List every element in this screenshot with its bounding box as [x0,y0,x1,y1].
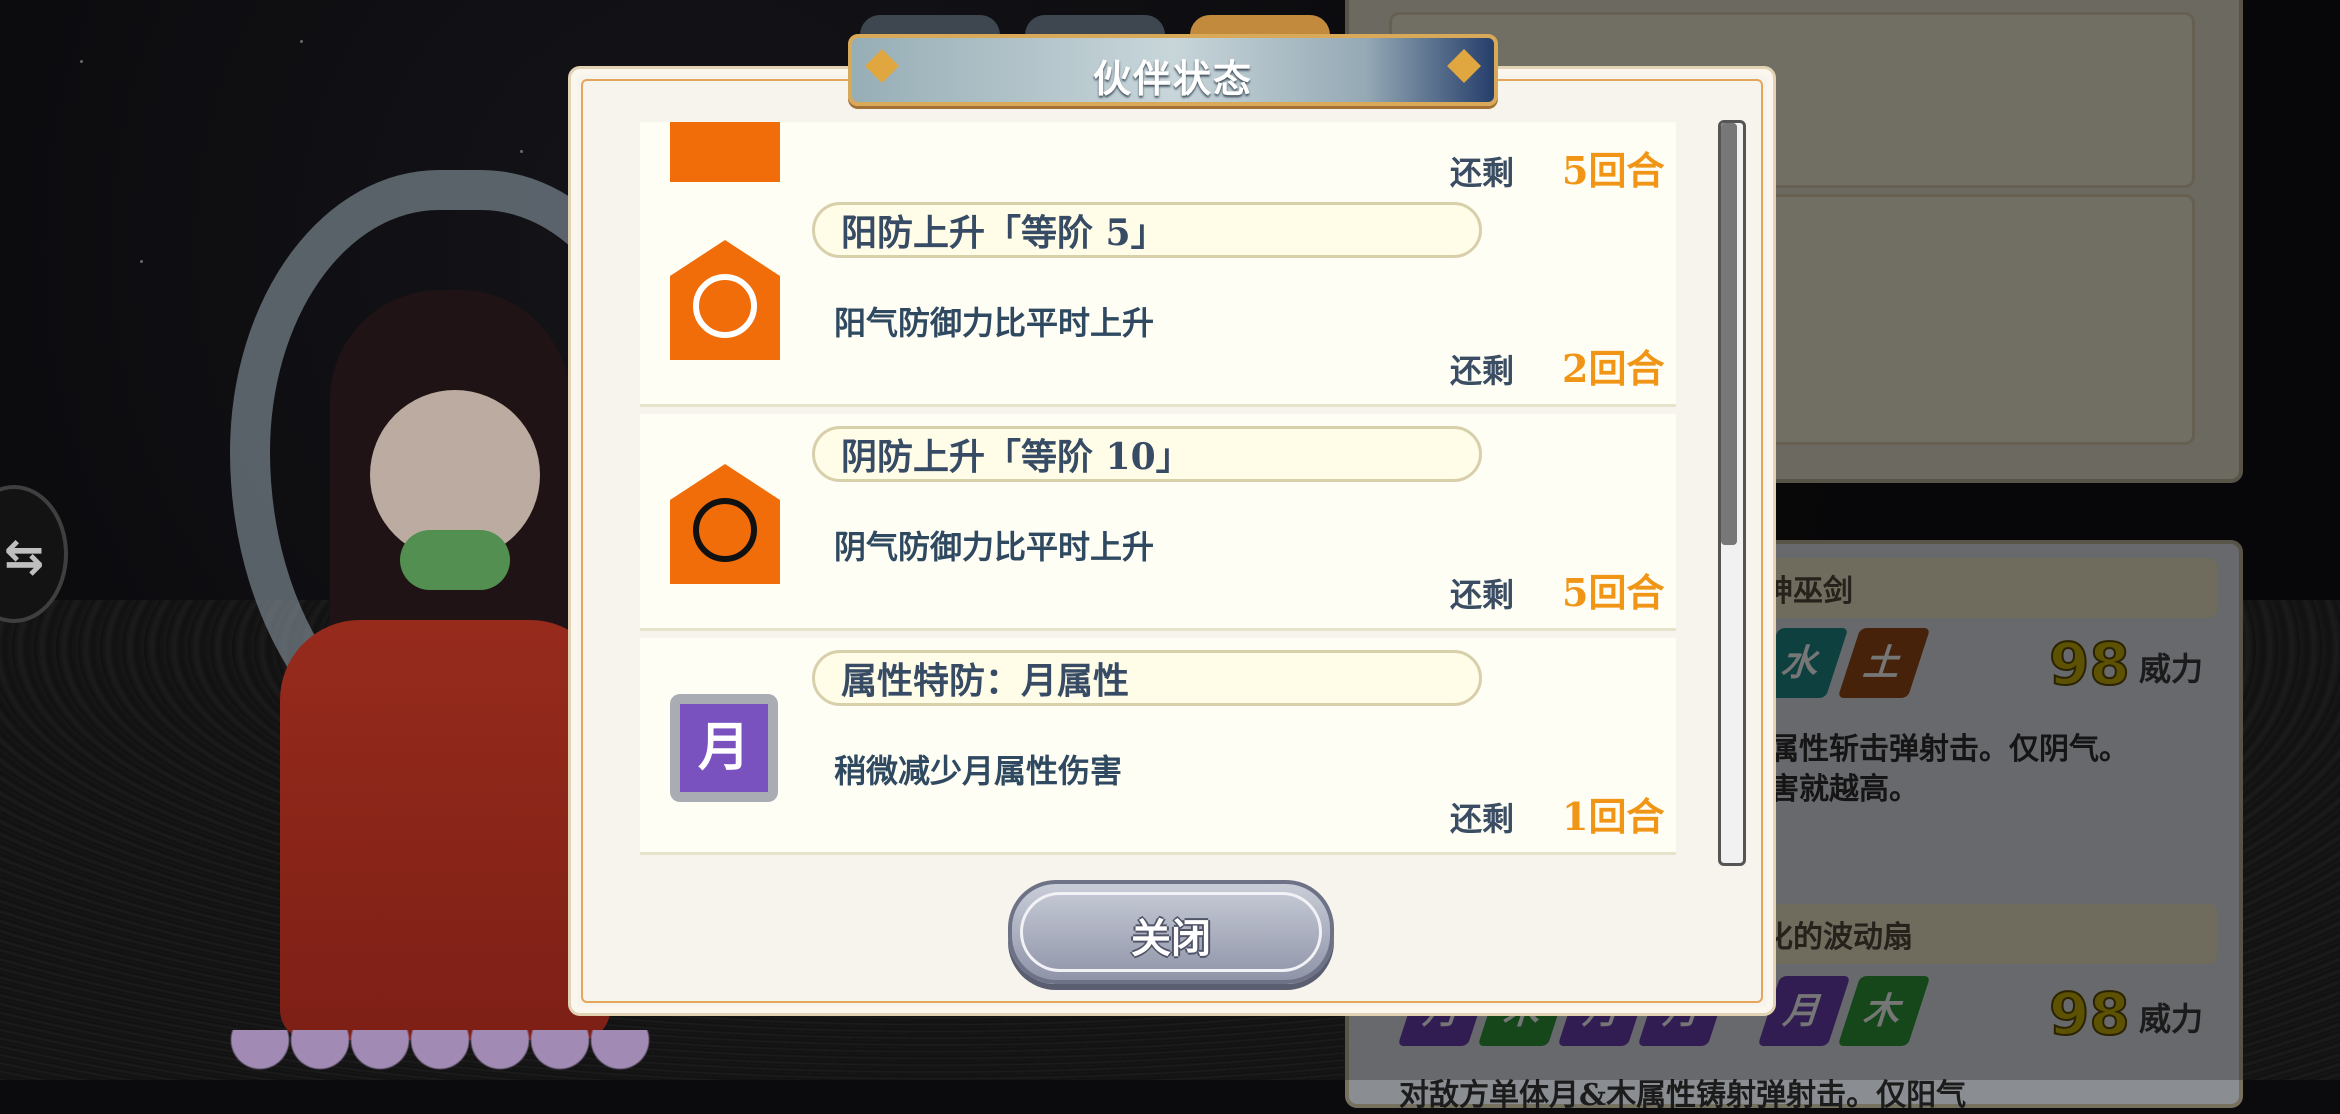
status-description: 阴气防御力比平时上升 [834,528,1155,566]
list-item: 月 属性特防：月属性 稍微减少月属性伤害 还剩 1回合 [640,638,1676,855]
remaining-turns: 2回合 [1562,346,1665,391]
moon-element-icon: 月 [670,688,780,808]
status-name: 属性特防：月属性 [812,650,1482,706]
remaining-label: 还剩 [1450,800,1515,838]
dialog-title-bar: 伙伴状态 [848,34,1498,106]
status-name: 阳防上升「等阶 5」 [812,202,1482,258]
list-item: 阳防上升「等阶 5」 阳气防御力比平时上升 还剩 2回合 [640,190,1676,407]
status-description: 稍微减少月属性伤害 [834,752,1123,790]
close-button-label: 关闭 [1131,916,1211,962]
status-list[interactable]: 还剩 5回合 阳防上升「等阶 5」 阳气防御力比平时上升 还剩 2回合 阴防上升… [640,122,1676,855]
remaining-turns: 5回合 [1562,148,1665,193]
remaining-label: 还剩 [1450,576,1515,614]
remaining-label: 还剩 [1450,352,1515,390]
close-button[interactable]: 关闭 [1008,880,1334,984]
status-description: 阳气防御力比平时上升 [834,304,1155,342]
status-name: 阴防上升「等阶 10」 [812,426,1482,482]
dialog-title: 伙伴状态 [1092,56,1253,101]
remaining-turns: 5回合 [1562,570,1665,615]
remaining-label: 还剩 [1450,154,1515,192]
yang-defense-up-icon [670,240,780,360]
remaining-turns: 1回合 [1562,794,1665,839]
list-item: 阴防上升「等阶 10」 阴气防御力比平时上升 还剩 5回合 [640,414,1676,631]
yin-defense-up-icon [670,464,780,584]
scrollbar-thumb[interactable] [1721,123,1737,545]
orange-shield-swirl-icon [670,122,780,182]
